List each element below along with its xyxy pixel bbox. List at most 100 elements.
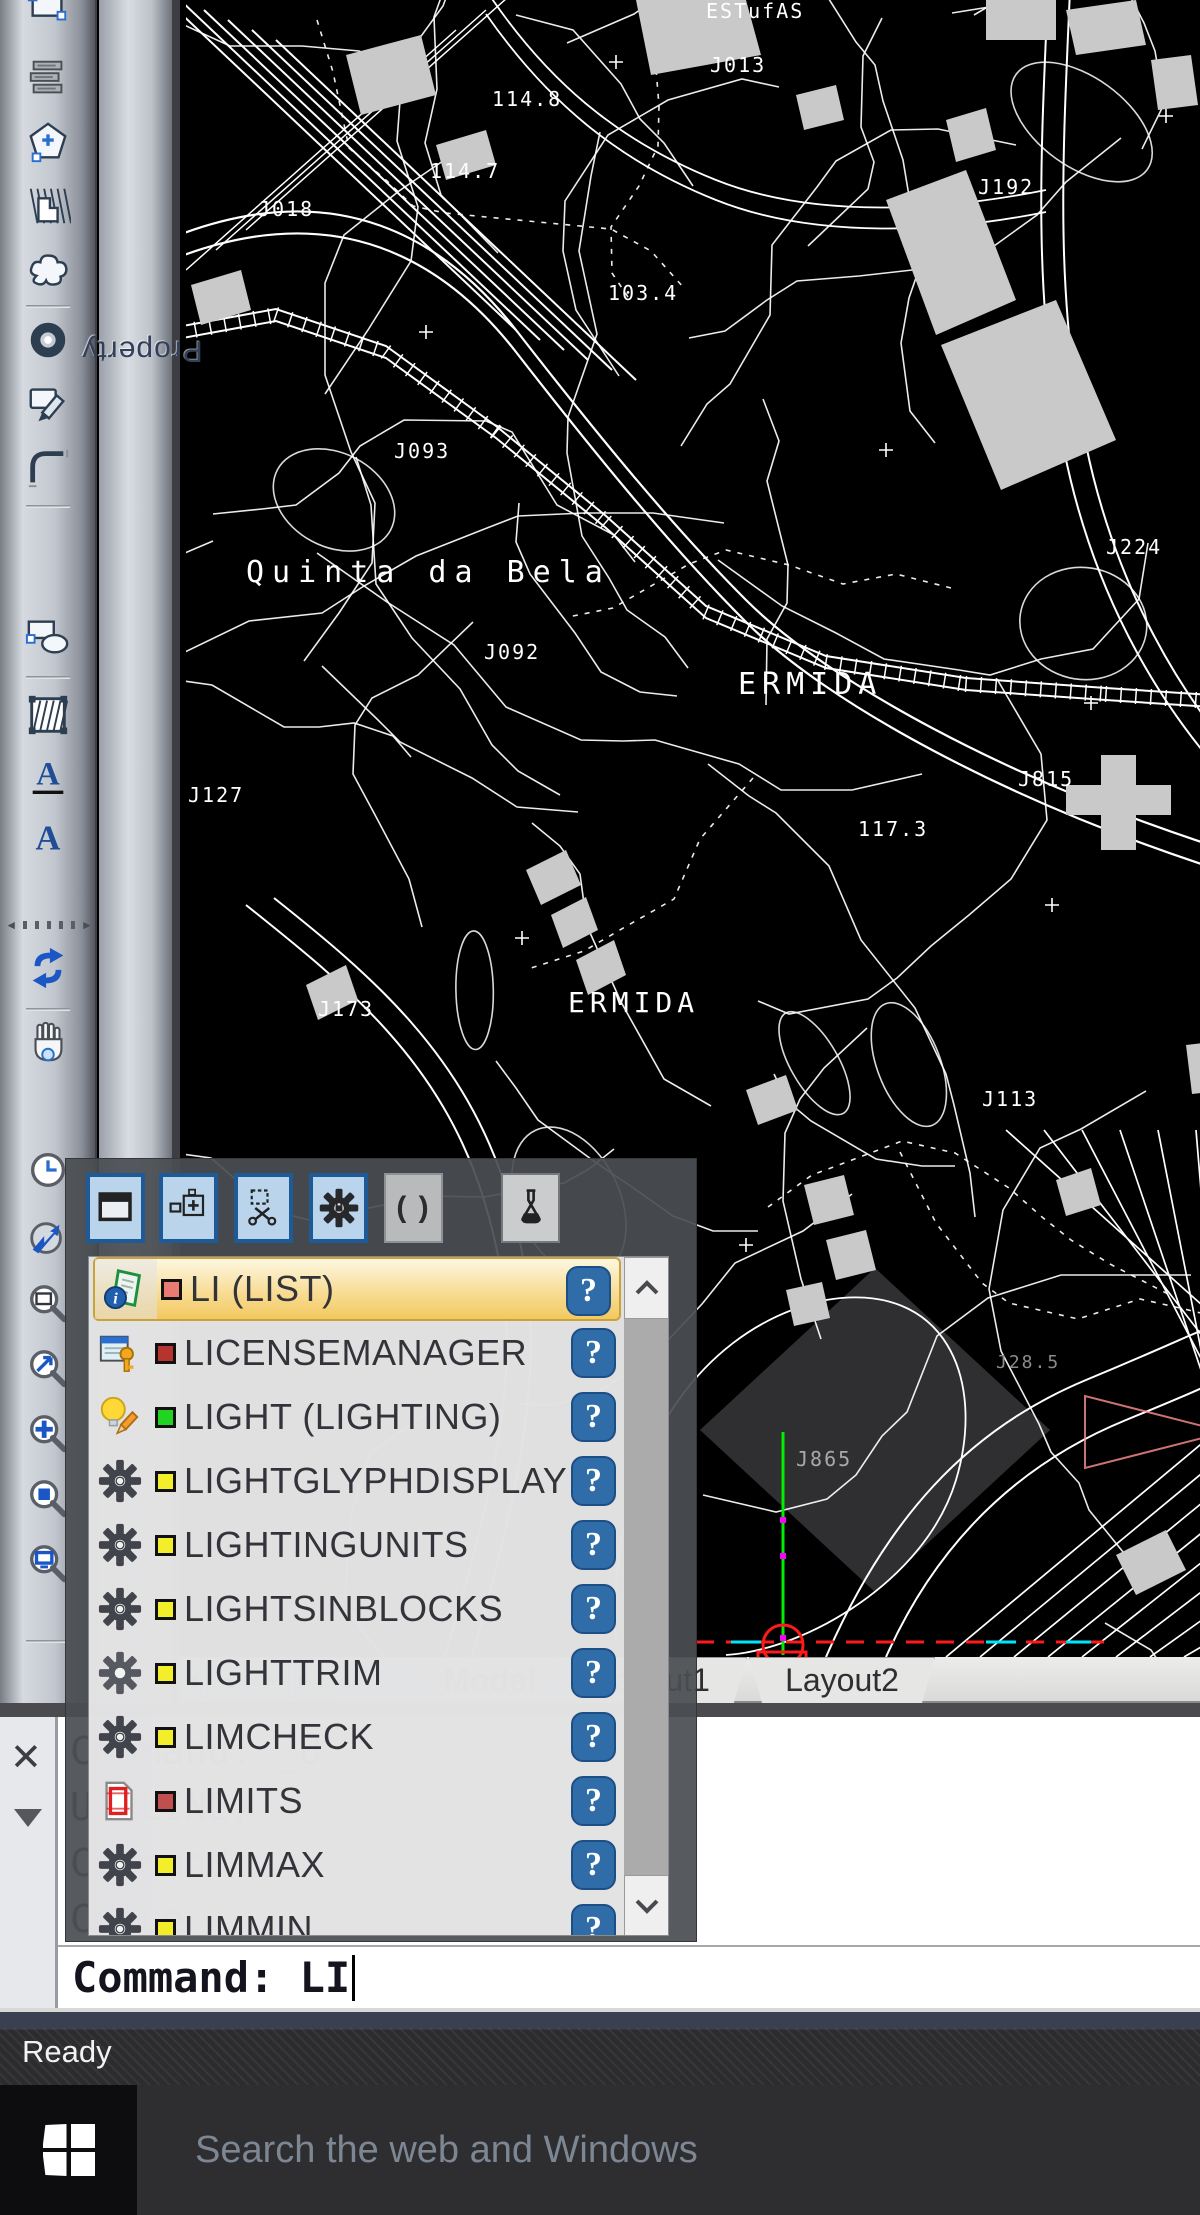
- filter-flask-button[interactable]: [501, 1173, 560, 1243]
- help-button[interactable]: ?: [571, 1712, 616, 1762]
- mtext-icon: A: [25, 754, 71, 800]
- rectangle-button[interactable]: [24, 0, 72, 32]
- pan-hand-button[interactable]: [24, 1019, 72, 1067]
- help-button[interactable]: ?: [571, 1328, 616, 1378]
- gear-icon: [89, 1577, 151, 1641]
- map-label: 114.7: [430, 159, 500, 183]
- flask-icon: [510, 1187, 552, 1229]
- command-type-badge: [155, 1727, 176, 1748]
- gear-icon: [89, 1449, 151, 1513]
- command-autocomplete-popup: ( ) iLI (LIST)?LICENSEMANAGER?LIGHT (LIG…: [65, 1158, 697, 1942]
- chevron-down-icon[interactable]: [14, 1809, 42, 1827]
- autocomplete-item-lightsinblocks[interactable]: LIGHTSINBLOCKS?: [89, 1577, 624, 1641]
- autocomplete-item-label: LIMMIN: [184, 1908, 313, 1936]
- autocomplete-list: iLI (LIST)?LICENSEMANAGER?LIGHT (LIGHTIN…: [88, 1256, 669, 1936]
- map-label: 114.8: [492, 87, 562, 111]
- taskbar-search-input[interactable]: Search the web and Windows: [137, 2085, 1200, 2215]
- autocomplete-item-limcheck[interactable]: LIMCHECK?: [89, 1705, 624, 1769]
- gear-lock-icon: [318, 1187, 360, 1229]
- toolbar-grip[interactable]: ◂▸: [8, 918, 90, 932]
- filter-parens-button[interactable]: ( ): [384, 1173, 443, 1243]
- autocomplete-item-label: LIMITS: [184, 1780, 303, 1822]
- gear-icon: [89, 1513, 151, 1577]
- autocomplete-item-label: LIGHTINGUNITS: [184, 1524, 469, 1566]
- popup-scrollbar[interactable]: [624, 1257, 669, 1936]
- autocomplete-item-light[interactable]: LIGHT (LIGHTING)?: [89, 1385, 624, 1449]
- autocomplete-item-lightingunits[interactable]: LIGHTINGUNITS?: [89, 1513, 624, 1577]
- sync-icon: [25, 945, 71, 991]
- license-icon: [89, 1321, 151, 1385]
- autocomplete-item-label: LI (LIST): [190, 1268, 335, 1310]
- rectangle-icon: [25, 0, 71, 31]
- gear-icon: [89, 1897, 151, 1936]
- autocomplete-item-label: LIMMAX: [184, 1844, 325, 1886]
- hatch-button[interactable]: [24, 691, 72, 739]
- blocks-plus-icon: [168, 1187, 210, 1229]
- pan-hand-icon: [25, 1020, 71, 1066]
- info-page-icon: i: [95, 1259, 157, 1319]
- autocomplete-item-li[interactable]: i LI (LIST)?: [93, 1257, 621, 1321]
- command-type-badge: [155, 1343, 176, 1364]
- autocomplete-item-limmin[interactable]: LIMMIN?: [89, 1897, 624, 1936]
- fillet-button[interactable]: [24, 443, 72, 491]
- help-button[interactable]: ?: [566, 1266, 611, 1316]
- sync-button[interactable]: [24, 944, 72, 992]
- help-button[interactable]: ?: [571, 1904, 616, 1936]
- map-label: 117.3: [858, 817, 928, 841]
- marker-board-button[interactable]: [24, 379, 72, 427]
- cut-icon: [243, 1187, 285, 1229]
- filter-cut-button[interactable]: [234, 1173, 293, 1243]
- map-label: J815: [1018, 767, 1074, 791]
- command-type-badge: [155, 1663, 176, 1684]
- gear-plain-icon: [89, 1641, 151, 1705]
- autocomplete-item-licensemanager[interactable]: LICENSEMANAGER?: [89, 1321, 624, 1385]
- mtext-button[interactable]: A: [24, 753, 72, 801]
- help-button[interactable]: ?: [571, 1520, 616, 1570]
- revcloud-button[interactable]: [24, 246, 72, 294]
- autocomplete-item-lightglyphdisplay[interactable]: LIGHTGLYPHDISPLAY?: [89, 1449, 624, 1513]
- toolbar-divider: [26, 305, 70, 308]
- map-label: J013: [710, 53, 766, 77]
- svg-text:A: A: [36, 820, 61, 858]
- hatch-area-button[interactable]: [24, 182, 72, 230]
- layers-button[interactable]: [24, 54, 72, 102]
- filter-window-button[interactable]: [86, 1173, 145, 1243]
- bulb-icon: [89, 1385, 151, 1449]
- scroll-up-button[interactable]: [624, 1257, 669, 1319]
- close-icon[interactable]: ✕: [10, 1739, 42, 1777]
- autocomplete-item-lighttrim[interactable]: LIGHTTRIM?: [89, 1641, 624, 1705]
- scroll-down-button[interactable]: [624, 1875, 669, 1936]
- tab-layout2[interactable]: Layout2: [749, 1657, 935, 1703]
- autocomplete-item-limmax[interactable]: LIMMAX?: [89, 1833, 624, 1897]
- text-icon: A: [25, 815, 71, 861]
- text-button[interactable]: A: [24, 814, 72, 862]
- status-bar: Ready: [0, 2008, 1200, 2085]
- command-type-badge: [155, 1535, 176, 1556]
- help-button[interactable]: ?: [571, 1648, 616, 1698]
- filter-blocks-plus-button[interactable]: [159, 1173, 218, 1243]
- filter-gear-lock-button[interactable]: [309, 1173, 368, 1243]
- help-button[interactable]: ?: [571, 1584, 616, 1634]
- donut-button[interactable]: [24, 316, 72, 364]
- command-input[interactable]: Command: LI: [58, 1945, 1200, 2008]
- text-cursor: [352, 1955, 355, 2001]
- toolbar-divider: [26, 676, 70, 679]
- region-button[interactable]: [24, 613, 72, 661]
- help-button[interactable]: ?: [571, 1776, 616, 1826]
- map-label: ESTufAS: [706, 0, 804, 23]
- help-button[interactable]: ?: [571, 1392, 616, 1442]
- layers-icon: [25, 55, 71, 101]
- hatch-icon: [25, 692, 71, 738]
- autocomplete-item-limits[interactable]: LIMITS?: [89, 1769, 624, 1833]
- command-type-badge: [155, 1855, 176, 1876]
- polygon-button[interactable]: [24, 118, 72, 166]
- command-type-badge: [155, 1919, 176, 1937]
- map-label: J127: [188, 783, 244, 807]
- start-button[interactable]: [0, 2085, 137, 2215]
- command-type-badge: [155, 1407, 176, 1428]
- map-label: J113: [982, 1087, 1038, 1111]
- help-button[interactable]: ?: [571, 1456, 616, 1506]
- map-label: J192: [978, 175, 1034, 199]
- help-button[interactable]: ?: [571, 1840, 616, 1890]
- window-icon: [95, 1187, 137, 1229]
